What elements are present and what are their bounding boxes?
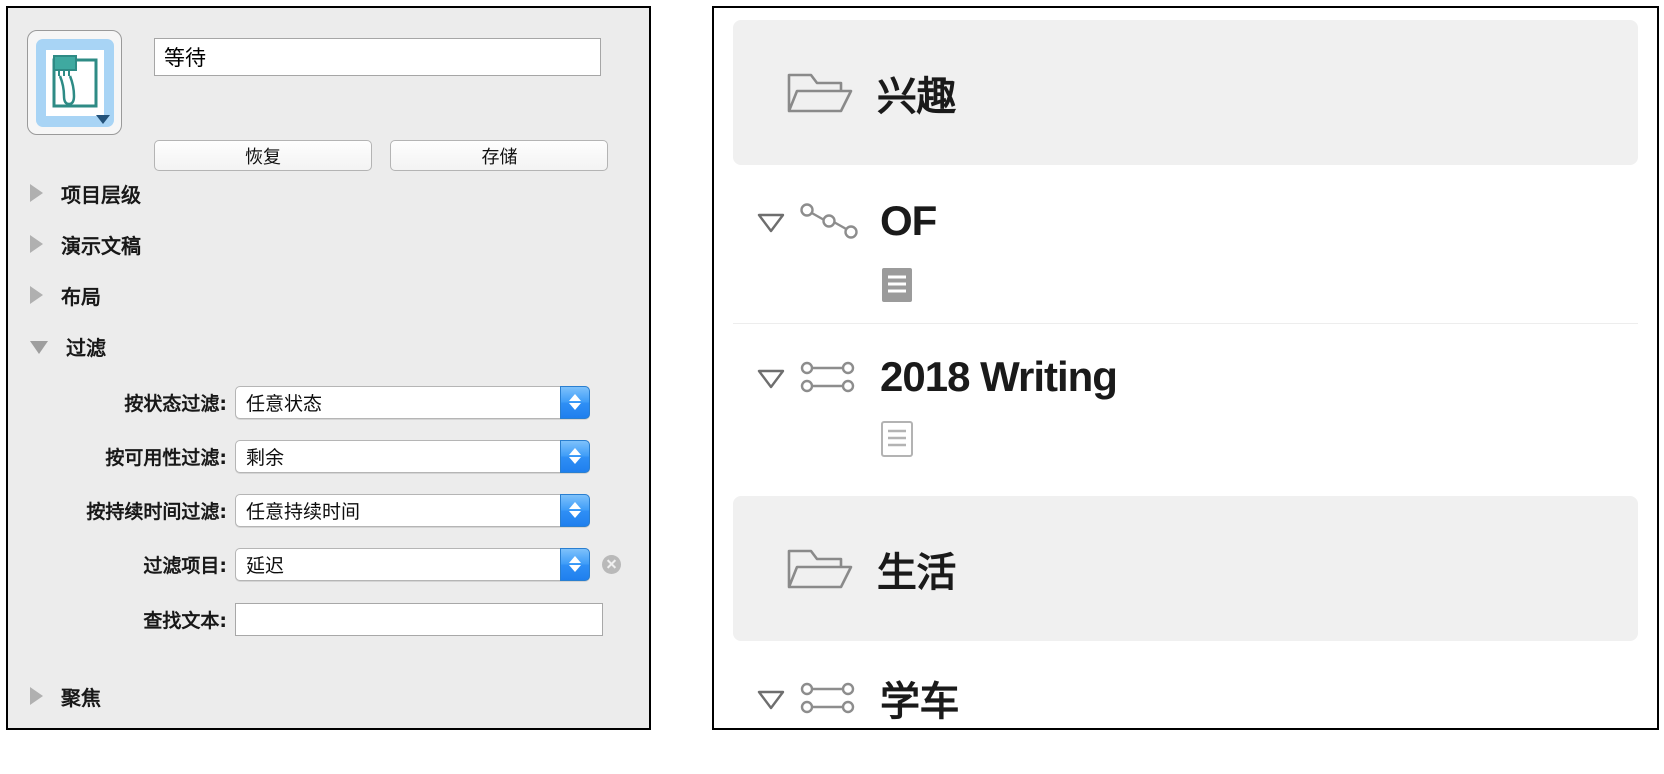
filter-duration-value: 任意持续时间 [246,500,361,523]
revert-button[interactable]: 恢复 [154,140,372,171]
perspective-icon-button[interactable] [27,30,122,135]
outline-row-title: OF [880,197,937,244]
chevron-down-icon [569,403,581,410]
outline-row-title: 学车 [880,679,960,725]
filter-items-popup[interactable]: 延迟 [235,547,590,581]
section-label: 聚焦 [61,685,101,710]
stepper-icon[interactable] [560,547,590,581]
disclosure-triangle-open-icon[interactable] [754,206,788,236]
chevron-up-icon [569,448,581,455]
stepper-icon[interactable] [560,439,590,473]
disclosure-triangle-closed-icon[interactable] [30,286,43,304]
chevron-down-icon [569,565,581,572]
disclosure-triangle-open-icon[interactable] [754,683,788,713]
note-icon[interactable] [880,420,914,458]
filter-status-value: 任意状态 [246,392,323,415]
filter-items-value: 延迟 [246,554,285,577]
filter-status-popup[interactable]: 任意状态 [235,385,590,419]
perspective-icon-tile [35,38,114,127]
note-icon[interactable] [880,266,914,304]
outline-row-folder[interactable]: 生活 [732,496,1639,641]
outline-row-project[interactable]: 学车 [714,663,1657,728]
filter-label-availability: 按可用性过滤: [105,446,227,469]
sequential-project-icon [800,203,858,239]
stepper-icon[interactable] [560,385,590,419]
section-label: 项目层级 [61,182,141,207]
filter-row-items: 过滤项目: 延迟 [30,547,621,581]
project-outline-panel: 兴趣 OF 2018 Writing 生活 学车 [712,6,1659,730]
outline-row-title: 生活 [876,549,957,596]
parallel-project-icon [800,682,855,714]
section-header-focus[interactable]: 聚焦 [8,683,101,710]
disclosure-triangle-closed-icon[interactable] [30,235,43,253]
folder-icon [787,73,853,112]
folder-icon [787,549,853,588]
perspective-icon [52,54,97,107]
section-header-presentation[interactable]: 演示文稿 [8,231,141,258]
outline-row-folder[interactable]: 兴趣 [732,20,1639,165]
outline-row-project[interactable]: OF [714,186,1657,256]
chevron-down-icon [569,457,581,464]
perspective-inspector-panel: 等待 恢复 存储 项目层级 演示文稿 布局 过滤 按状态过滤: 任意状态 按可用… [6,6,651,730]
chevron-down-icon [569,511,581,518]
inspector-action-buttons: 恢复 存储 [154,140,609,171]
chevron-up-icon [569,502,581,509]
perspective-icon-glyph [45,49,104,116]
disclosure-triangle-open-icon[interactable] [30,341,48,354]
perspective-icon-dropdown-arrow[interactable] [95,114,110,124]
section-header-filter[interactable]: 过滤 [8,333,106,360]
chevron-up-icon [569,556,581,563]
outline-row-project[interactable]: 2018 Writing [714,342,1657,412]
filter-availability-popup[interactable]: 剩余 [235,439,590,473]
filter-label-status: 按状态过滤: [124,392,227,415]
filter-label-items: 过滤项目: [143,554,227,577]
filter-row-duration: 按持续时间过滤: 任意持续时间 [30,493,590,527]
perspective-name-input[interactable]: 等待 [154,38,601,76]
parallel-project-icon [800,361,855,393]
section-label: 演示文稿 [61,233,141,258]
disclosure-triangle-open-icon[interactable] [754,362,788,392]
save-button[interactable]: 存储 [390,140,609,171]
remove-filter-rule-button[interactable] [602,554,621,574]
section-header-project-hierarchy[interactable]: 项目层级 [8,180,141,207]
section-label: 过滤 [66,335,106,360]
filter-label-search-text: 查找文本: [143,609,227,632]
filter-search-text-input[interactable] [235,602,603,636]
filter-label-duration: 按持续时间过滤: [86,500,227,523]
chevron-up-icon [569,394,581,401]
disclosure-triangle-closed-icon[interactable] [30,184,43,202]
filter-row-status: 按状态过滤: 任意状态 [30,385,590,419]
filter-row-search-text: 查找文本: [30,602,603,636]
section-header-layout[interactable]: 布局 [8,282,101,309]
inspector-header: 等待 恢复 存储 [8,8,649,173]
outline-row-title: 兴趣 [876,73,957,120]
outline-row-title: 2018 Writing [880,353,1118,400]
stepper-icon[interactable] [560,493,590,527]
filter-row-availability: 按可用性过滤: 剩余 [30,439,590,473]
filter-duration-popup[interactable]: 任意持续时间 [235,493,590,527]
section-label: 布局 [61,284,101,309]
row-separator [732,323,1639,324]
disclosure-triangle-closed-icon[interactable] [30,687,43,705]
filter-availability-value: 剩余 [246,446,285,469]
